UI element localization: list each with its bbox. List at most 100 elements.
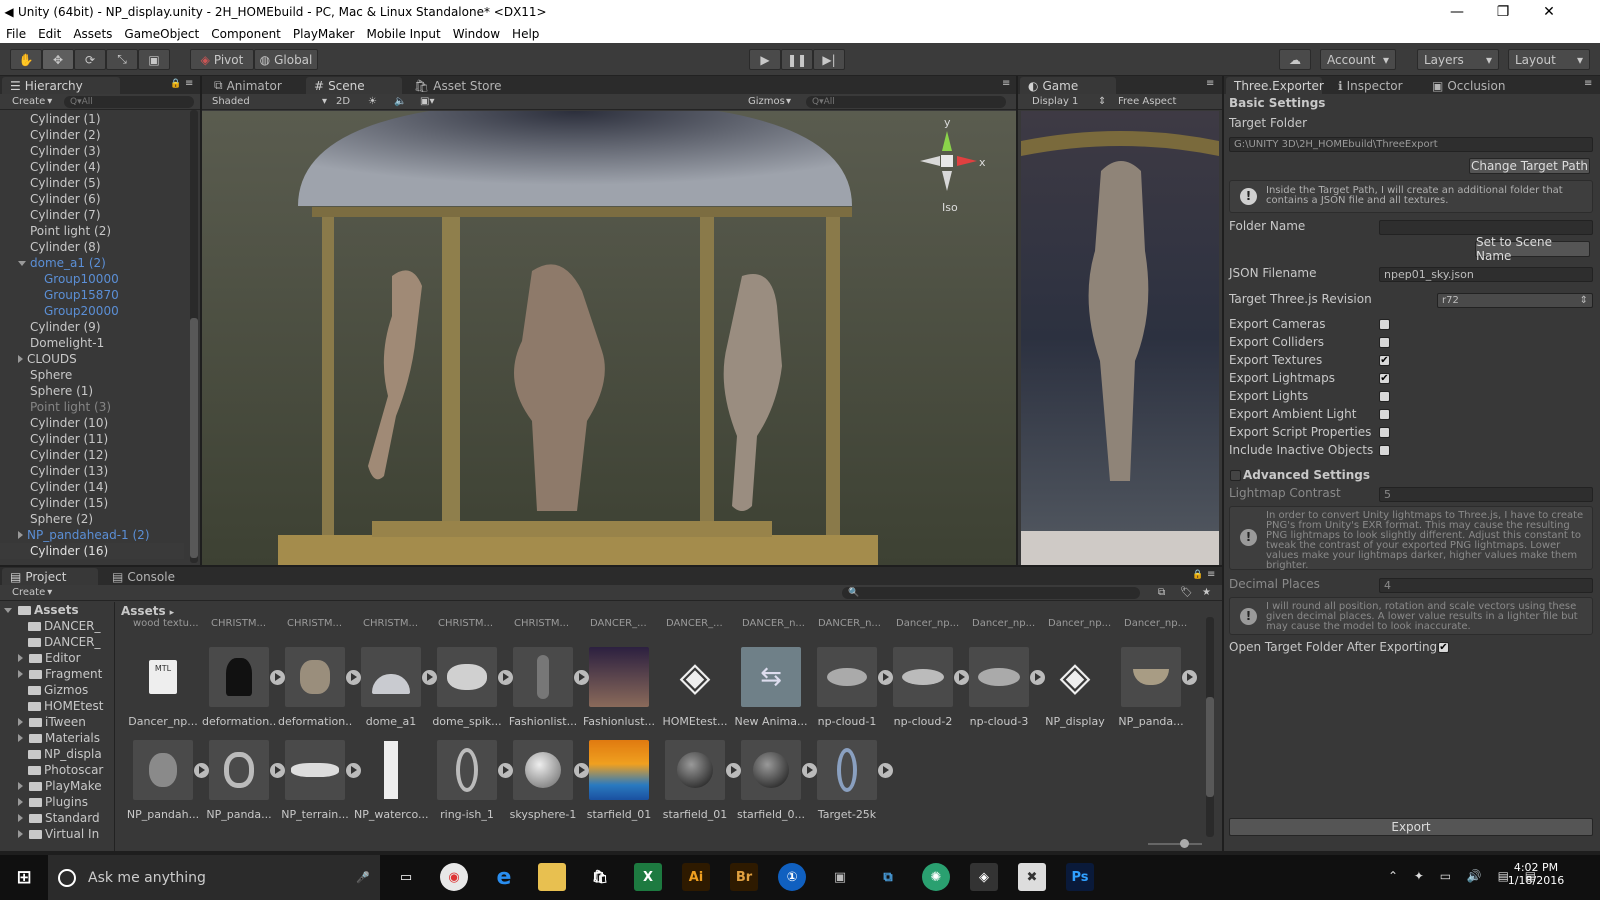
illustrator-icon[interactable]: Ai xyxy=(682,863,710,891)
asset-item[interactable]: ⇆ New Anima... xyxy=(734,647,808,728)
app-icon[interactable]: ✖ xyxy=(1018,863,1046,891)
asset-label-partial[interactable]: wood textu... xyxy=(133,618,199,629)
list-item[interactable]: Cylinder (15) xyxy=(0,495,184,511)
expand-arrow-icon[interactable] xyxy=(18,830,23,838)
tab-asset-store[interactable]: 🛍 Asset Store xyxy=(406,77,510,94)
list-item[interactable]: Point light (2) xyxy=(0,223,184,239)
folder-item[interactable]: NP_displa xyxy=(0,746,114,762)
folder-item[interactable]: DANCER_ xyxy=(0,634,114,650)
expand-play-icon[interactable] xyxy=(1182,670,1197,685)
game-viewport[interactable] xyxy=(1021,111,1219,565)
folder-item[interactable]: PlayMake xyxy=(0,778,114,794)
2d-toggle[interactable]: 2D xyxy=(336,96,350,107)
export-lights-checkbox[interactable] xyxy=(1379,391,1390,402)
list-item-selected[interactable]: Cylinder (16) xyxy=(0,543,184,559)
advanced-settings-toggle[interactable] xyxy=(1230,470,1241,481)
revision-dropdown[interactable]: r72 ⇕ xyxy=(1437,293,1593,308)
panel-menu-icon[interactable]: ≡ xyxy=(185,78,193,89)
list-item[interactable]: Point light (3) xyxy=(0,399,184,415)
layout-dropdown[interactable]: Layout ▾ xyxy=(1508,49,1590,70)
list-item[interactable]: Cylinder (11) xyxy=(0,431,184,447)
folder-item[interactable]: Plugins xyxy=(0,794,114,810)
asset-item[interactable]: NP_waterco... xyxy=(354,740,428,821)
asset-item[interactable]: starfield_01 xyxy=(582,740,656,821)
list-item[interactable]: Cylinder (4) xyxy=(0,159,184,175)
zoom-slider[interactable] xyxy=(1148,839,1202,848)
panel-menu-icon[interactable]: ≡ xyxy=(1206,78,1214,89)
asset-item[interactable]: skysphere-1 xyxy=(506,740,589,821)
asset-item[interactable]: NP_panda... xyxy=(202,740,285,821)
file-explorer-icon[interactable] xyxy=(538,863,566,891)
rect-tool-button[interactable]: ▣ xyxy=(138,49,170,70)
export-button[interactable]: Export xyxy=(1229,818,1593,836)
asset-label-partial[interactable]: Dancer_np... xyxy=(972,618,1035,629)
expand-arrow-icon[interactable] xyxy=(18,798,23,806)
scale-tool-button[interactable]: ⤡ xyxy=(106,49,138,70)
panel-menu-icon[interactable]: ≡ xyxy=(1002,78,1010,89)
expand-arrow-icon[interactable] xyxy=(18,670,23,678)
panel-menu-icon[interactable]: ≡ xyxy=(1207,569,1215,580)
expand-arrow-icon[interactable] xyxy=(18,531,23,539)
asset-label-partial[interactable]: CHRISTM... xyxy=(438,618,493,629)
global-toggle[interactable]: ◍ Global xyxy=(254,49,318,70)
list-item[interactable]: Cylinder (8) xyxy=(0,239,184,255)
expand-arrow-icon[interactable] xyxy=(18,814,23,822)
scene-viewport[interactable]: y x Iso xyxy=(202,111,1016,565)
asset-label-partial[interactable]: DANCER_... xyxy=(666,618,723,629)
list-item[interactable]: Sphere (2) xyxy=(0,511,184,527)
pivot-toggle[interactable]: ◈ Pivot xyxy=(190,49,254,70)
scrollbar-thumb[interactable] xyxy=(190,318,198,558)
pause-button[interactable]: ❚❚ xyxy=(781,49,813,70)
unity-taskbar-icon[interactable]: ◈ xyxy=(970,863,998,891)
maximize-button[interactable]: ❐ xyxy=(1480,0,1526,24)
collab-button[interactable]: ☁ xyxy=(1279,49,1311,70)
folder-item[interactable]: DANCER_ xyxy=(0,618,114,634)
list-item[interactable]: Cylinder (10) xyxy=(0,415,184,431)
tab-occlusion[interactable]: ▣ Occlusion xyxy=(1424,77,1514,94)
asset-label-partial[interactable]: DANCER_... xyxy=(590,618,647,629)
set-to-scene-name-button[interactable]: Set to Scene Name xyxy=(1475,235,1590,263)
folder-item[interactable]: Gizmos xyxy=(0,682,114,698)
sun-icon[interactable]: ☀ xyxy=(368,96,377,107)
list-item[interactable]: Sphere xyxy=(0,367,184,383)
expand-play-icon[interactable] xyxy=(878,763,893,778)
close-button[interactable]: ✕ xyxy=(1526,0,1572,24)
export-ambient-light-checkbox[interactable] xyxy=(1379,409,1390,420)
play-button[interactable]: ▶ xyxy=(749,49,781,70)
folder-item[interactable]: Standard xyxy=(0,810,114,826)
microphone-icon[interactable]: 🎤 xyxy=(356,871,370,884)
asset-item[interactable]: Fashionlust... xyxy=(582,647,656,728)
menu-component[interactable]: Component xyxy=(205,27,287,41)
asset-label-partial[interactable]: CHRISTM... xyxy=(514,618,569,629)
app-icon[interactable]: ⧉ xyxy=(874,863,902,891)
menu-gameobject[interactable]: GameObject xyxy=(118,27,205,41)
step-button[interactable]: ▶| xyxy=(813,49,845,70)
expand-arrow-icon[interactable] xyxy=(18,782,23,790)
asset-item[interactable]: deformation... xyxy=(278,647,361,728)
target-folder-field[interactable]: G:\UNITY 3D\2H_HOMEbuild\ThreeExport xyxy=(1229,137,1593,152)
list-item[interactable]: Cylinder (14) xyxy=(0,479,184,495)
list-item[interactable]: Domelight-1 xyxy=(0,335,184,351)
expand-arrow-icon[interactable] xyxy=(4,608,12,613)
asset-label-partial[interactable]: DANCER_n... xyxy=(818,618,881,629)
asset-item[interactable]: ◈ NP_display xyxy=(1038,647,1112,728)
panel-menu-icon[interactable]: ≡ xyxy=(1584,78,1592,89)
asset-item[interactable]: Fashionlist... xyxy=(506,647,589,728)
asset-label-partial[interactable]: CHRISTM... xyxy=(211,618,266,629)
list-item[interactable]: Cylinder (7) xyxy=(0,207,184,223)
asset-item[interactable]: MTL Dancer_np... xyxy=(126,647,200,728)
tab-project[interactable]: ▤ Project xyxy=(2,568,98,585)
decimal-places-field[interactable]: 4 xyxy=(1379,578,1593,593)
asset-label-partial[interactable]: CHRISTM... xyxy=(287,618,342,629)
expand-arrow-icon[interactable] xyxy=(18,654,23,662)
tab-inspector[interactable]: ℹ Inspector xyxy=(1330,77,1411,94)
asset-label-partial[interactable]: DANCER_n... xyxy=(742,618,805,629)
menu-help[interactable]: Help xyxy=(506,27,545,41)
export-script-properties-checkbox[interactable] xyxy=(1379,427,1390,438)
display-dropdown[interactable]: Display 1 xyxy=(1032,96,1078,107)
rotate-tool-button[interactable]: ⟳ xyxy=(74,49,106,70)
scrollbar-thumb[interactable] xyxy=(1206,697,1214,797)
task-view-icon[interactable]: ▭ xyxy=(392,863,420,891)
list-item[interactable]: Group10000 xyxy=(0,271,184,287)
asset-item[interactable]: Target-25k xyxy=(810,740,893,821)
